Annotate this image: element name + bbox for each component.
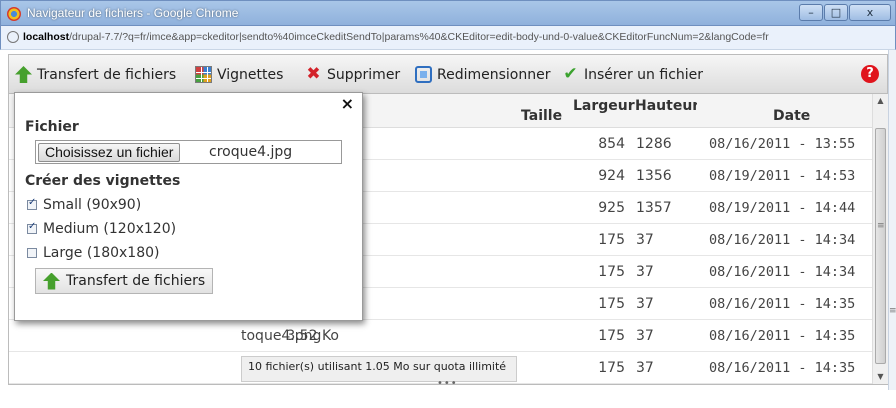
large-option-label: Large (180x180) — [43, 245, 160, 261]
medium-checkbox[interactable] — [27, 221, 37, 234]
file-date-cell: 08/16/2011 - 14:35 — [709, 328, 856, 344]
file-height-cell: 37 — [636, 296, 654, 312]
file-date-cell: 08/16/2011 - 14:35 — [709, 296, 856, 312]
medium-option-label: Medium (120x120) — [43, 221, 177, 237]
quota-status: 10 fichier(s) utilisant 1.05 Mo sur quot… — [241, 356, 518, 382]
checkmark-icon: ✔ — [563, 64, 578, 84]
imce-toolbar: Transfert de fichiers Vignettes ✖ Suppri… — [8, 54, 888, 94]
column-date-header[interactable]: Date — [773, 108, 810, 124]
chrome-icon — [7, 7, 21, 21]
resize-icon — [415, 66, 432, 83]
file-date-cell: 08/16/2011 - 14:34 — [709, 232, 856, 248]
column-size-header[interactable]: Taille — [521, 108, 562, 124]
window-controls: – □ x — [799, 4, 891, 21]
file-width-cell: 175 — [598, 232, 625, 248]
large-checkbox[interactable] — [27, 248, 37, 258]
file-height-cell: 1357 — [636, 200, 672, 216]
resize-tool-button[interactable]: Redimensionner — [415, 66, 550, 83]
small-checkbox[interactable] — [27, 197, 37, 210]
file-height-cell: 37 — [636, 264, 654, 280]
thumbnails-grid-icon — [195, 66, 212, 83]
file-width-cell: 175 — [598, 360, 625, 376]
insert-file-tool-label: Insérer un fichier — [584, 66, 704, 83]
window-title: Navigateur de fichiers - Google Chrome — [27, 6, 239, 20]
url-path: /drupal-7.7/?q=fr/imce&app=ckeditor|send… — [69, 31, 769, 43]
small-option-label: Small (90x90) — [43, 197, 142, 213]
delete-x-icon: ✖ — [306, 64, 321, 84]
thumbnails-label: Créer des vignettes — [25, 173, 181, 189]
minimize-button[interactable]: – — [799, 4, 823, 21]
file-width-cell: 925 — [598, 200, 625, 216]
column-height-header[interactable]: Hauteur — [635, 98, 697, 132]
thumbnails-tool-label: Vignettes — [217, 66, 284, 83]
thumbnails-tool-button[interactable]: Vignettes — [195, 66, 283, 83]
close-panel-icon[interactable]: × — [341, 94, 354, 113]
resize-tool-label: Redimensionner — [437, 66, 551, 83]
upload-arrow-icon — [43, 272, 60, 290]
file-width-cell: 175 — [598, 328, 625, 344]
table-row[interactable]: toque4.png 3.52 Ko 175 37 08/16/2011 - 14:35 — [9, 320, 872, 352]
option-large[interactable]: Large (180x180) — [27, 245, 160, 261]
window-titlebar: Navigateur de fichiers - Google Chrome –… — [0, 0, 896, 26]
file-input[interactable]: Choisissez un fichier croque4.jpg — [35, 140, 342, 164]
delete-tool-button[interactable]: ✖ Supprimer — [305, 66, 400, 83]
scroll-up-icon[interactable]: ▲ — [873, 94, 888, 108]
file-label: Fichier — [25, 119, 79, 135]
delete-tool-label: Supprimer — [327, 66, 401, 83]
file-height-cell: 37 — [636, 232, 654, 248]
file-width-cell: 175 — [598, 264, 625, 280]
file-height-cell: 37 — [636, 360, 654, 376]
window-scrollbar[interactable] — [888, 50, 896, 390]
maximize-button[interactable]: □ — [824, 4, 848, 21]
column-width-header[interactable]: Largeur — [573, 98, 635, 132]
scrollbar-thumb[interactable] — [875, 128, 886, 364]
page-icon — [7, 31, 19, 43]
file-height-cell: 1286 — [636, 136, 672, 152]
preview-area — [8, 384, 888, 408]
file-date-cell: 08/19/2011 - 14:53 — [709, 168, 856, 184]
upload-arrow-icon — [15, 66, 32, 83]
help-icon[interactable]: ? — [861, 65, 879, 83]
url-text[interactable]: localhost/drupal-7.7/?q=fr/imce&app=cked… — [23, 31, 769, 43]
option-medium[interactable]: Medium (120x120) — [27, 221, 176, 237]
url-host: localhost — [23, 31, 70, 43]
chosen-file-name: croque4.jpg — [209, 144, 293, 160]
file-date-cell: 08/16/2011 - 14:35 — [709, 360, 856, 376]
file-list-scrollbar[interactable]: ▲ ▼ — [872, 94, 888, 384]
address-bar[interactable]: localhost/drupal-7.7/?q=fr/imce&app=cked… — [0, 26, 896, 50]
upload-tool-label: Transfert de fichiers — [37, 66, 177, 83]
file-height-cell: 1356 — [636, 168, 672, 184]
upload-submit-label: Transfert de fichiers — [66, 273, 206, 289]
file-date-cell: 08/16/2011 - 14:34 — [709, 264, 856, 280]
file-width-cell: 854 — [598, 136, 625, 152]
upload-submit-button[interactable]: Transfert de fichiers — [35, 268, 214, 294]
close-window-button[interactable]: x — [849, 4, 891, 21]
option-small[interactable]: Small (90x90) — [27, 197, 141, 213]
file-date-cell: 08/19/2011 - 14:44 — [709, 200, 856, 216]
insert-file-tool-button[interactable]: ✔ Insérer un fichier — [562, 66, 703, 83]
scroll-down-icon[interactable]: ▼ — [873, 370, 888, 384]
file-size-cell: 3.52 Ko — [286, 328, 339, 344]
file-date-cell: 08/16/2011 - 13:55 — [709, 136, 856, 152]
file-width-cell: 924 — [598, 168, 625, 184]
choose-file-button[interactable]: Choisissez un fichier — [38, 143, 181, 162]
file-height-cell: 37 — [636, 328, 654, 344]
upload-panel: × Fichier Choisissez un fichier croque4.… — [14, 92, 363, 321]
upload-tool-button[interactable]: Transfert de fichiers — [15, 66, 176, 83]
file-width-cell: 175 — [598, 296, 625, 312]
